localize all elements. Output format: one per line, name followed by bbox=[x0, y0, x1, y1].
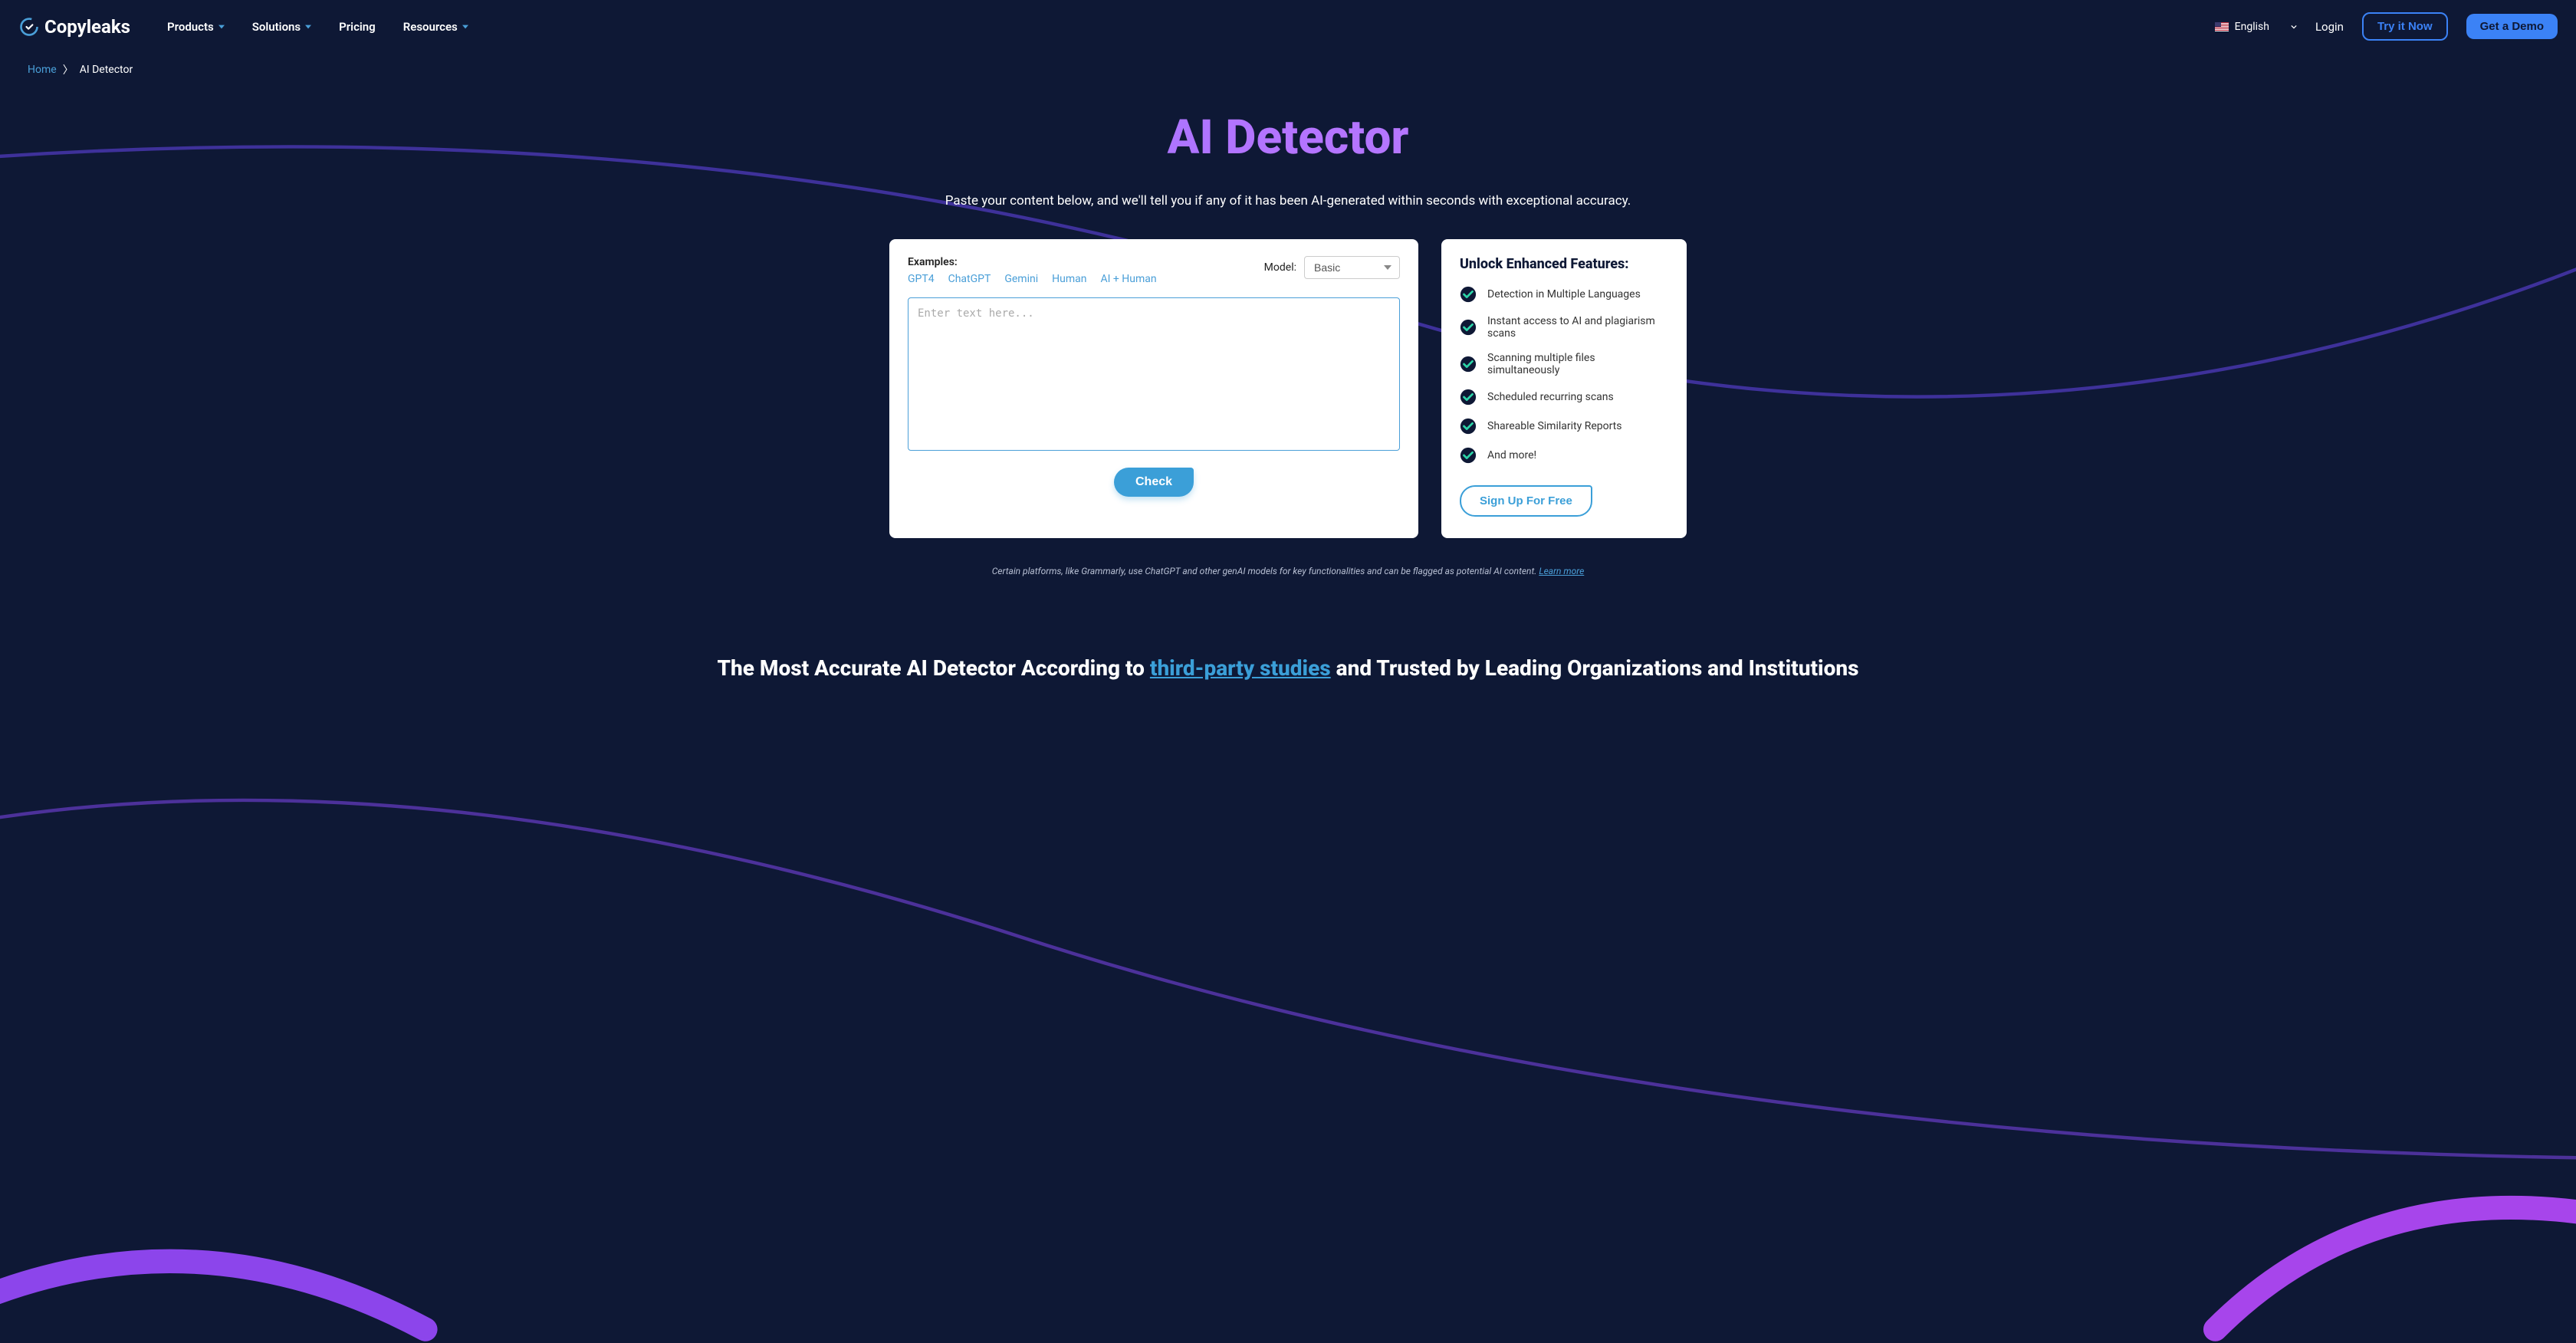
nav: Products Solutions Pricing Resources bbox=[167, 20, 468, 34]
model-select[interactable]: Basic bbox=[1304, 256, 1400, 279]
page-subtitle: Paste your content below, and we'll tell… bbox=[15, 193, 2561, 209]
login-link[interactable]: Login bbox=[2315, 20, 2344, 34]
third-party-studies-link[interactable]: third-party studies bbox=[1150, 655, 1331, 681]
bottom-section: The Most Accurate AI Detector According … bbox=[0, 653, 2576, 683]
logo-text: Copyleaks bbox=[44, 16, 130, 38]
sign-up-button[interactable]: Sign Up For Free bbox=[1460, 485, 1592, 517]
nav-solutions[interactable]: Solutions bbox=[252, 20, 311, 34]
feature-list: Detection in Multiple Languages Instant a… bbox=[1460, 286, 1668, 464]
caret-down-icon bbox=[305, 24, 311, 30]
check-icon bbox=[1460, 319, 1477, 336]
try-it-now-button[interactable]: Try it Now bbox=[2362, 12, 2448, 41]
nav-pricing[interactable]: Pricing bbox=[339, 20, 376, 34]
hero: AI Detector Paste your content below, an… bbox=[0, 87, 2576, 239]
example-gemini[interactable]: Gemini bbox=[1004, 273, 1038, 285]
features-panel: Unlock Enhanced Features: Detection in M… bbox=[1441, 239, 1687, 538]
check-icon bbox=[1460, 356, 1477, 373]
check-icon bbox=[1460, 286, 1477, 303]
breadcrumb: Home 〉 AI Detector bbox=[0, 53, 2576, 87]
content-input[interactable] bbox=[908, 297, 1400, 451]
nav-products[interactable]: Products bbox=[167, 20, 225, 34]
example-chatgpt[interactable]: ChatGPT bbox=[948, 273, 991, 285]
logo-icon bbox=[18, 16, 40, 38]
nav-resources[interactable]: Resources bbox=[403, 20, 468, 34]
example-ai-human[interactable]: AI + Human bbox=[1100, 273, 1156, 285]
header: Copyleaks Products Solutions Pricing Res… bbox=[0, 0, 2576, 53]
feature-item: Scheduled recurring scans bbox=[1460, 389, 1668, 406]
bottom-title: The Most Accurate AI Detector According … bbox=[15, 653, 2561, 683]
logo[interactable]: Copyleaks bbox=[18, 16, 130, 38]
caret-down-icon bbox=[462, 24, 468, 30]
feature-item: Shareable Similarity Reports bbox=[1460, 418, 1668, 435]
language-selector[interactable]: English bbox=[2215, 21, 2297, 33]
breadcrumb-current: AI Detector bbox=[80, 64, 133, 76]
disclaimer-note: Certain platforms, like Grammarly, use C… bbox=[0, 566, 2576, 576]
flag-us-icon bbox=[2215, 22, 2229, 31]
learn-more-link[interactable]: Learn more bbox=[1539, 566, 1584, 576]
examples-label: Examples: bbox=[908, 256, 1157, 268]
feature-item: And more! bbox=[1460, 447, 1668, 464]
detector-panel: Examples: GPT4 ChatGPT Gemini Human AI +… bbox=[889, 239, 1418, 538]
example-gpt4[interactable]: GPT4 bbox=[908, 273, 935, 285]
features-title: Unlock Enhanced Features: bbox=[1460, 256, 1668, 272]
page-title: AI Detector bbox=[15, 110, 2561, 166]
breadcrumb-separator: 〉 bbox=[63, 62, 74, 77]
check-icon bbox=[1460, 447, 1477, 464]
check-button[interactable]: Check bbox=[1114, 468, 1194, 497]
feature-item: Scanning multiple files simultaneously bbox=[1460, 352, 1668, 376]
feature-item: Detection in Multiple Languages bbox=[1460, 286, 1668, 303]
feature-item: Instant access to AI and plagiarism scan… bbox=[1460, 315, 1668, 340]
chevron-down-icon bbox=[2291, 24, 2297, 30]
example-human[interactable]: Human bbox=[1052, 273, 1086, 285]
caret-down-icon bbox=[219, 24, 225, 30]
get-a-demo-button[interactable]: Get a Demo bbox=[2466, 14, 2558, 39]
check-icon bbox=[1460, 418, 1477, 435]
breadcrumb-home[interactable]: Home bbox=[28, 64, 57, 76]
check-icon bbox=[1460, 389, 1477, 406]
model-label: Model: bbox=[1264, 261, 1296, 274]
